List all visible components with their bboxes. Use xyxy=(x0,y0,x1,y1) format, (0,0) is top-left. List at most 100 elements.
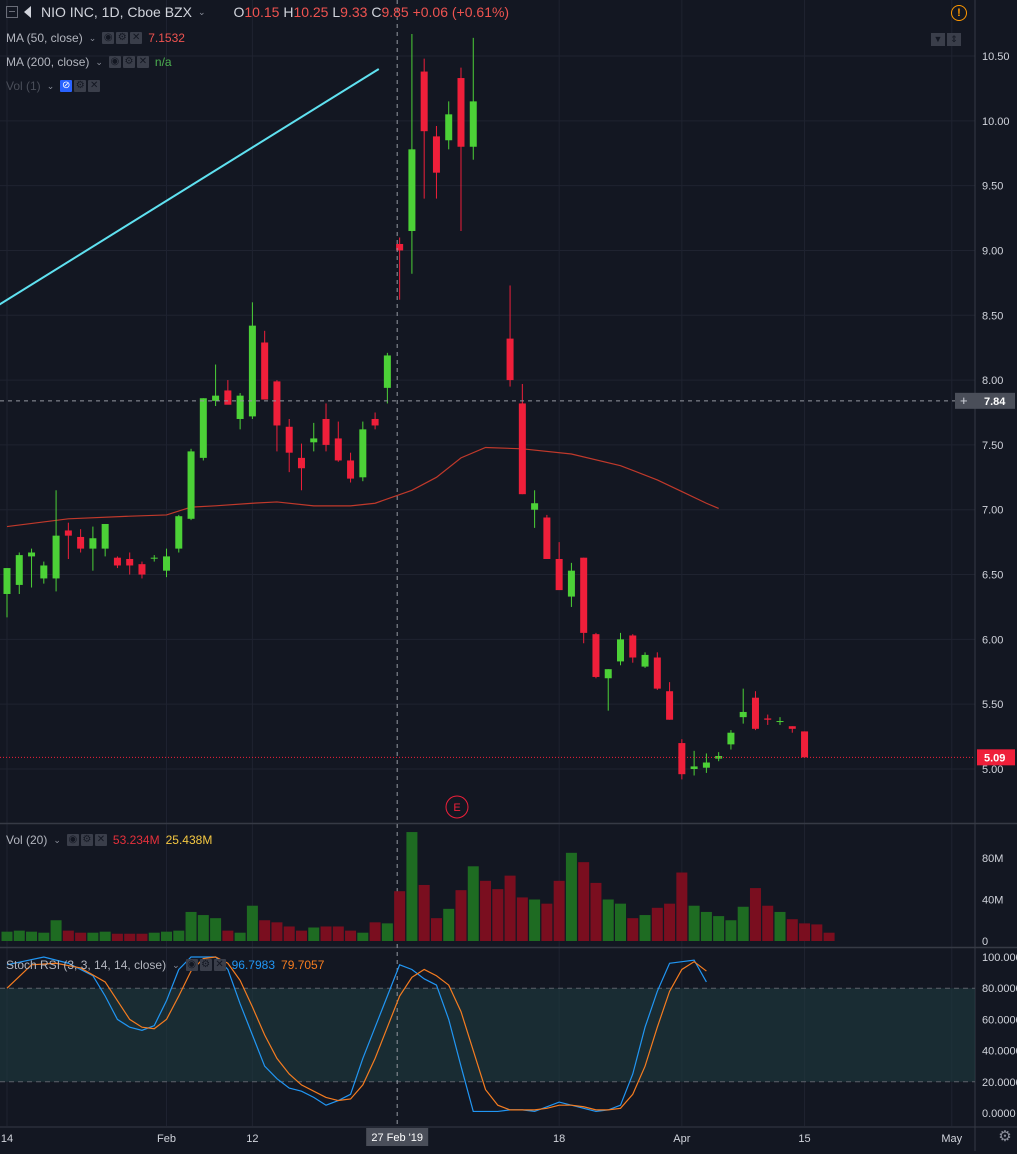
gear-icon[interactable]: ⚙ xyxy=(122,56,135,68)
volume-bar xyxy=(259,920,271,941)
gear-icon[interactable]: ⚙ xyxy=(80,834,93,846)
candle-body xyxy=(469,101,477,147)
ma50-value: 7.1532 xyxy=(148,31,185,45)
vol1-legend[interactable]: Vol (1) ⌄ ⊘ ⚙ ✕ xyxy=(6,79,101,93)
close-icon[interactable]: ✕ xyxy=(213,959,226,971)
collapse-icon[interactable] xyxy=(6,6,18,18)
candle-body xyxy=(653,657,661,689)
candle-body xyxy=(678,743,686,775)
chart-root[interactable]: E 5.00 5.50 6.00 6.50 7.00 7.50 8.00 8.50 9.00 9.5… xyxy=(0,0,1017,1151)
volume-bar xyxy=(774,911,786,941)
stoch-tick-label: 20.0000 xyxy=(982,1077,1017,1089)
price-tick-label: 5.50 xyxy=(982,699,1003,711)
settings-gear-icon[interactable]: ⚙ xyxy=(997,1129,1013,1145)
chevron-down-icon[interactable]: ⌄ xyxy=(53,835,61,846)
candle-body xyxy=(727,732,735,745)
candle-body xyxy=(212,395,220,401)
volume-bar xyxy=(602,899,614,941)
gear-icon[interactable]: ⚙ xyxy=(74,80,87,92)
symbol-title[interactable]: NIO INC, 1D, Cboe BZX xyxy=(41,4,192,20)
volume-bar xyxy=(124,933,136,941)
ma200-legend[interactable]: MA (200, close) ⌄ ◉ ⚙ ✕ n/a xyxy=(6,55,172,69)
candle-body xyxy=(457,78,465,147)
chevron-down-icon[interactable]: ⌄ xyxy=(47,81,55,92)
gear-icon[interactable]: ⚙ xyxy=(199,959,212,971)
candle-body xyxy=(432,136,440,173)
candle-body xyxy=(445,114,453,141)
ma200-label[interactable]: MA (200, close) xyxy=(6,55,89,69)
flag-icon[interactable] xyxy=(24,6,31,18)
stoch-label[interactable]: Stoch RSI (3, 3, 14, 14, close) xyxy=(6,958,166,972)
hidden-eye-icon[interactable]: ⊘ xyxy=(60,80,73,92)
candle-body xyxy=(739,711,747,718)
crosshair-date-label: 27 Feb '19 xyxy=(371,1132,423,1144)
volume-bar xyxy=(369,922,381,941)
crosshair-plus-icon: + xyxy=(960,393,968,408)
price-tick-label: 8.00 xyxy=(982,375,1003,387)
vol20-label[interactable]: Vol (20) xyxy=(6,833,47,847)
stoch-band xyxy=(0,988,975,1082)
close-icon[interactable]: ✕ xyxy=(88,80,101,92)
ma50-label[interactable]: MA (50, close) xyxy=(6,31,83,45)
scroll-down-icon[interactable]: ▼ xyxy=(931,33,945,46)
volume-bar xyxy=(111,933,123,941)
close-icon[interactable]: ✕ xyxy=(136,56,149,68)
chevron-down-icon[interactable]: ⌄ xyxy=(172,960,180,971)
candle-body xyxy=(138,564,146,575)
close-icon[interactable]: ✕ xyxy=(130,32,143,44)
high-value: 10.25 xyxy=(293,4,329,20)
close-icon[interactable]: ✕ xyxy=(94,834,107,846)
close-label: C xyxy=(371,4,382,20)
candle-body xyxy=(297,457,305,469)
scroll-up-icon[interactable]: ⇕ xyxy=(947,33,961,46)
earnings-marker-label: E xyxy=(453,802,460,814)
price-tick-label: 10.50 xyxy=(982,51,1010,63)
volume-bar xyxy=(749,888,761,941)
alert-icon[interactable]: ! xyxy=(951,5,967,21)
candle-body xyxy=(322,418,330,445)
candle-body xyxy=(604,669,612,679)
chevron-down-icon[interactable]: ⌄ xyxy=(95,57,103,68)
candle-body xyxy=(543,517,551,559)
stoch-tick-label: 60.0000 xyxy=(982,1014,1017,1026)
time-tick-label: May xyxy=(941,1133,962,1145)
volume-bar xyxy=(762,905,774,941)
candle-body xyxy=(248,325,256,417)
volume-bar xyxy=(529,899,541,941)
volume-bar xyxy=(430,918,442,941)
eye-icon[interactable]: ◉ xyxy=(185,959,198,971)
chevron-down-icon[interactable]: ⌄ xyxy=(89,33,97,44)
volume-bar xyxy=(234,932,246,941)
volume-bar xyxy=(99,931,111,941)
candle-body xyxy=(690,766,698,769)
volume-bar xyxy=(295,930,307,941)
candle-body xyxy=(592,634,600,677)
volume-bar xyxy=(50,920,62,941)
chart-canvas[interactable]: E 5.00 5.50 6.00 6.50 7.00 7.50 8.00 8.50 9.00 9.5… xyxy=(0,0,1017,1151)
chevron-down-icon[interactable]: ⌄ xyxy=(198,7,206,18)
ma50-legend[interactable]: MA (50, close) ⌄ ◉ ⚙ ✕ 7.1532 xyxy=(6,31,185,45)
candle-body xyxy=(28,552,36,557)
candle-body xyxy=(555,558,563,591)
price-tick-label: 7.50 xyxy=(982,440,1003,452)
volume-bar xyxy=(246,905,258,941)
vol1-label[interactable]: Vol (1) xyxy=(6,79,41,93)
candle-body xyxy=(518,403,526,495)
gear-icon[interactable]: ⚙ xyxy=(116,32,129,44)
eye-icon[interactable]: ◉ xyxy=(108,56,121,68)
candle-body xyxy=(715,756,723,759)
eye-icon[interactable]: ◉ xyxy=(102,32,115,44)
volume-bar xyxy=(590,882,602,941)
volume-bar xyxy=(173,930,185,941)
eye-icon[interactable]: ◉ xyxy=(66,834,79,846)
volume-bar xyxy=(210,918,222,941)
candle-body xyxy=(175,516,183,549)
vol20-legend[interactable]: Vol (20) ⌄ ◉ ⚙ ✕ 53.234M 25.438M xyxy=(6,833,212,847)
volume-bar xyxy=(480,880,492,941)
volume-bar xyxy=(26,931,38,941)
volume-bar xyxy=(443,908,455,941)
stoch-legend[interactable]: Stoch RSI (3, 3, 14, 14, close) ⌄ ◉ ⚙ ✕ … xyxy=(6,958,324,972)
volume-bar xyxy=(639,915,651,941)
candle-body xyxy=(641,654,649,667)
candle-body xyxy=(40,565,48,579)
